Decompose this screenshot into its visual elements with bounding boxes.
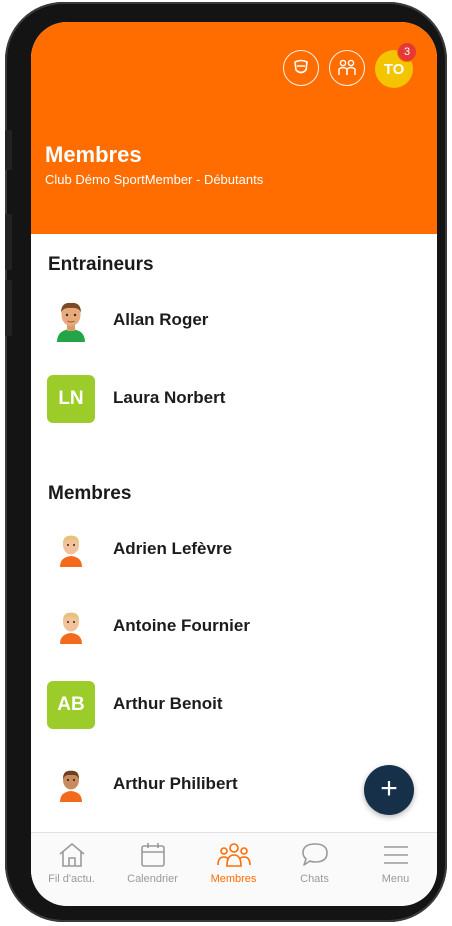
person-avatar-orange-icon — [47, 526, 95, 574]
list-item[interactable]: Allan Roger — [31, 291, 437, 351]
member-name: Laura Norbert — [113, 388, 226, 407]
avatar-initials: LN — [47, 375, 95, 423]
plus-icon: + — [380, 772, 398, 805]
section-title-members: Membres — [48, 483, 132, 504]
menu-icon — [383, 846, 408, 864]
list-item[interactable]: Antoine Fournier — [31, 597, 437, 657]
avatar-initials: AB — [47, 681, 95, 729]
group-icon[interactable] — [329, 50, 365, 86]
bottom-tab-bar: Fil d'actu. Calendrier Membres Chats Men… — [31, 832, 437, 906]
tab-label: Calendrier — [127, 873, 178, 885]
list-item[interactable]: Adrien Lefèvre — [31, 520, 437, 580]
list-item[interactable]: AB Arthur Benoit — [31, 675, 437, 735]
list-item[interactable]: LN Laura Norbert — [31, 369, 437, 429]
member-name: Allan Roger — [113, 310, 209, 329]
tab-label: Fil d'actu. — [48, 873, 95, 885]
tab-calendar[interactable]: Calendrier — [112, 841, 193, 901]
member-name: Adrien Lefèvre — [113, 539, 233, 558]
team-crest-icon[interactable] — [283, 50, 319, 86]
page-title: Membres — [45, 142, 142, 167]
notification-badge: 3 — [397, 42, 417, 62]
side-button — [5, 280, 12, 336]
app-screen: TO 3 Membres Club Démo SportMember - Déb… — [31, 22, 437, 906]
chat-icon — [301, 843, 328, 866]
tab-menu[interactable]: Menu — [355, 841, 436, 901]
member-name: Antoine Fournier — [113, 616, 250, 635]
home-icon — [58, 843, 85, 867]
add-member-button[interactable]: + — [364, 765, 414, 815]
notification-count: 3 — [403, 46, 411, 58]
initials-avatar: AB — [47, 681, 95, 729]
person-avatar-orange-icon — [47, 761, 95, 809]
member-name: Arthur Benoit — [113, 694, 223, 713]
header: TO 3 Membres Club Démo SportMember - Déb… — [31, 22, 437, 234]
user-initials: TO — [383, 60, 405, 78]
calendar-icon — [140, 843, 165, 867]
person-avatar-green-icon — [47, 297, 95, 345]
tab-label: Chats — [300, 873, 329, 885]
members-icon — [216, 843, 251, 867]
tab-chats[interactable]: Chats — [274, 841, 355, 901]
side-button — [5, 130, 12, 170]
person-avatar-orange-icon — [47, 603, 95, 651]
section-title-trainers: Entraineurs — [48, 254, 154, 275]
member-name: Arthur Philibert — [113, 774, 238, 793]
tab-label: Menu — [381, 873, 410, 885]
tab-members[interactable]: Membres — [193, 841, 274, 901]
initials-avatar: LN — [47, 375, 95, 423]
page-subtitle: Club Démo SportMember - Débutants — [45, 172, 264, 187]
tab-label: Membres — [210, 873, 257, 885]
phone-frame: TO 3 Membres Club Démo SportMember - Déb… — [5, 2, 447, 922]
side-button — [5, 214, 12, 270]
tab-news-feed[interactable]: Fil d'actu. — [31, 841, 112, 901]
